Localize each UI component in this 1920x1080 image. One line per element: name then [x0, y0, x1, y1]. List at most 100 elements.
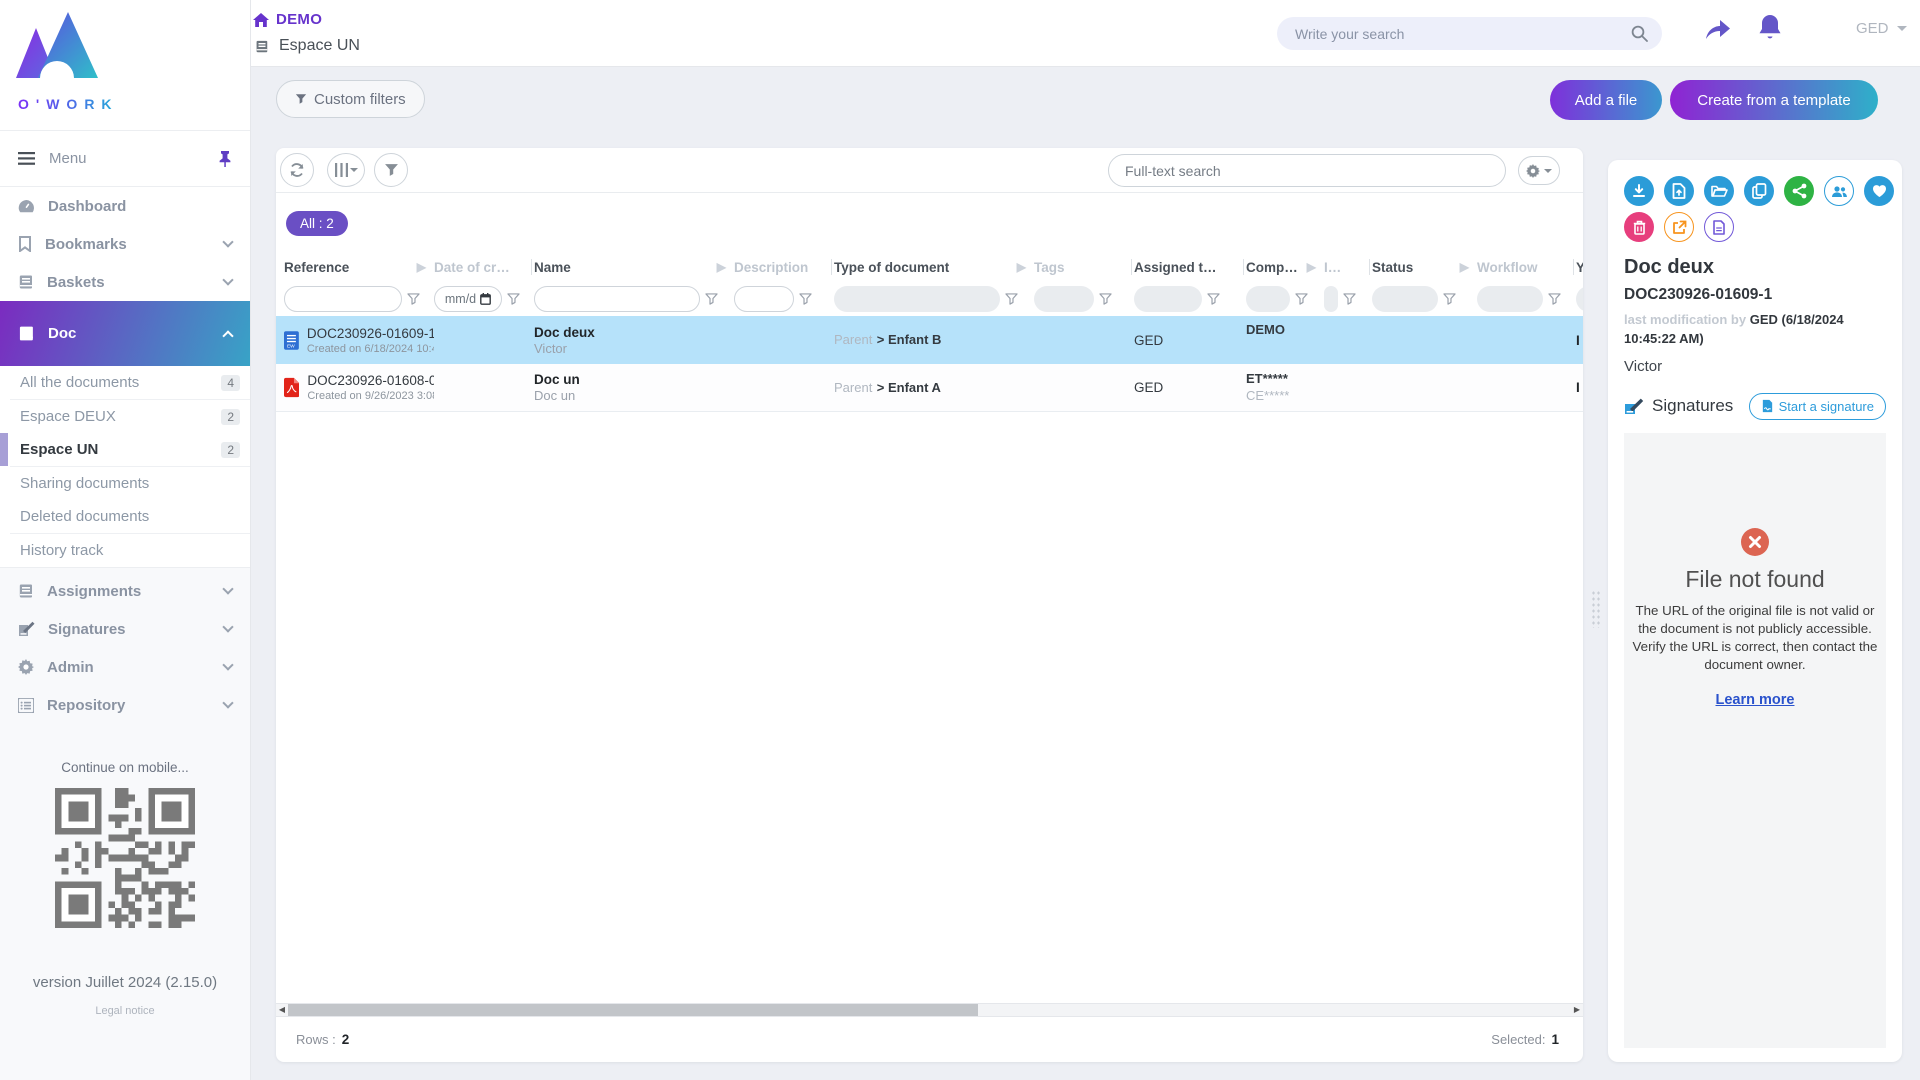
filters-button[interactable]: [374, 153, 408, 187]
sidebar-menu-toggle[interactable]: Menu: [0, 131, 250, 187]
horizontal-scrollbar[interactable]: ◀ ▶: [276, 1003, 1583, 1017]
filter-funnel-icon[interactable]: [407, 293, 420, 305]
breadcrumb-space[interactable]: Espace UN: [255, 37, 360, 55]
column-header-i[interactable]: I…: [1324, 252, 1372, 282]
submenu-item-espace-un[interactable]: Espace UN 2: [0, 433, 250, 466]
top-bar: DEMO Espace UN GED: [251, 0, 1920, 67]
filter-funnel-icon[interactable]: [1207, 293, 1220, 305]
column-header-y[interactable]: Y: [1576, 252, 1583, 282]
search-icon[interactable]: [1631, 25, 1648, 42]
filter-status-input[interactable]: [1372, 286, 1438, 312]
row-reference: DOC230926-01609-1: [307, 326, 434, 341]
table-settings-button[interactable]: [1518, 156, 1560, 185]
learn-more-link[interactable]: Learn more: [1716, 692, 1795, 708]
submenu-item-deleted-documents[interactable]: Deleted documents: [0, 500, 250, 533]
notifications-button[interactable]: [1757, 13, 1783, 46]
filter-status: [1372, 286, 1477, 312]
sort-arrow-icon: ▶: [1307, 260, 1316, 274]
custom-filters-button[interactable]: Custom filters: [276, 80, 425, 118]
legal-notice-link[interactable]: Legal notice: [0, 1005, 250, 1017]
filter-description-input[interactable]: [734, 286, 794, 312]
app-logo[interactable]: O'WORK: [0, 0, 250, 131]
scroll-left-arrow[interactable]: ◀: [276, 1004, 288, 1016]
start-signature-button[interactable]: Start a signature: [1749, 393, 1886, 420]
row-name: Doc un: [534, 372, 734, 387]
row-type: Parent > Enfant B: [834, 331, 1034, 349]
filter-funnel-icon[interactable]: [1099, 293, 1112, 305]
favorite-button[interactable]: [1864, 176, 1894, 206]
submenu-item-espace-deux[interactable]: Espace DEUX 2: [0, 400, 250, 433]
scrollbar-thumb[interactable]: [288, 1004, 978, 1016]
filter-funnel-icon[interactable]: [1295, 293, 1308, 305]
sidebar-item-repository[interactable]: Repository: [0, 686, 250, 724]
submenu-item-sharing-documents[interactable]: Sharing documents: [0, 467, 250, 500]
create-from-template-button[interactable]: Create from a template: [1670, 80, 1878, 120]
filter-assigned-input[interactable]: [1134, 286, 1202, 312]
manage-users-button[interactable]: [1824, 176, 1854, 206]
column-header-name[interactable]: Name▶: [534, 252, 734, 282]
filter-i-input[interactable]: [1324, 286, 1338, 312]
filter-funnel-icon[interactable]: [1005, 293, 1018, 305]
row-assigned: GED: [1134, 333, 1246, 348]
submenu-label: History track: [20, 542, 103, 559]
column-header-company[interactable]: Comp…▶: [1246, 252, 1324, 282]
download-button[interactable]: [1624, 176, 1654, 206]
column-header-status[interactable]: Status▶: [1372, 252, 1477, 282]
filter-reference-input[interactable]: [284, 286, 402, 312]
sidebar-item-baskets[interactable]: Baskets: [0, 263, 250, 301]
filter-y-input[interactable]: [1576, 286, 1583, 312]
column-header-assigned[interactable]: Assigned t…: [1134, 252, 1246, 282]
filter-funnel-icon[interactable]: [1548, 293, 1561, 305]
column-header-workflow[interactable]: Workflow: [1477, 252, 1576, 282]
share-document-button[interactable]: [1784, 176, 1814, 206]
pin-icon[interactable]: [218, 151, 232, 167]
sidebar-item-assignments[interactable]: Assignments: [0, 572, 250, 610]
document-actions-row: [1624, 176, 1886, 206]
filter-date-input[interactable]: mm/d: [434, 286, 502, 312]
sidebar-item-signatures[interactable]: Signatures: [0, 610, 250, 648]
filter-workflow-input[interactable]: [1477, 286, 1543, 312]
refresh-button[interactable]: [280, 153, 314, 187]
global-search-input[interactable]: [1295, 26, 1631, 42]
submenu-item-all-documents[interactable]: All the documents 4: [0, 366, 250, 399]
filter-funnel-icon[interactable]: [1343, 293, 1356, 305]
filter-name-input[interactable]: [534, 286, 700, 312]
upload-version-button[interactable]: [1664, 176, 1694, 206]
filter-company-input[interactable]: [1246, 286, 1290, 312]
sidebar-item-doc[interactable]: Doc: [0, 301, 250, 366]
duplicate-button[interactable]: [1744, 176, 1774, 206]
fulltext-search-input[interactable]: [1125, 163, 1489, 179]
filter-tags-input[interactable]: [1034, 286, 1094, 312]
submenu-item-history-track[interactable]: History track: [0, 534, 250, 567]
column-header-date[interactable]: Date of cr…: [434, 252, 534, 282]
share-button[interactable]: [1703, 15, 1733, 46]
open-folder-button[interactable]: [1704, 176, 1734, 206]
filter-funnel-icon[interactable]: [507, 293, 520, 305]
delete-button[interactable]: [1624, 212, 1654, 242]
filter-funnel-icon[interactable]: [705, 293, 718, 305]
filter-type-input[interactable]: [834, 286, 1000, 312]
add-file-button[interactable]: Add a file: [1550, 80, 1662, 120]
columns-icon: [335, 163, 348, 177]
panel-resize-handle[interactable]: [1591, 590, 1601, 628]
sidebar-item-admin[interactable]: Admin: [0, 648, 250, 686]
sidebar-item-dashboard[interactable]: Dashboard: [0, 187, 250, 225]
filter-funnel-icon[interactable]: [799, 293, 812, 305]
breadcrumb-home[interactable]: DEMO: [253, 11, 322, 28]
column-header-tags[interactable]: Tags: [1034, 252, 1134, 282]
table-row[interactable]: EW DOC230926-01609-1 Created on 6/18/202…: [276, 316, 1583, 364]
sidebar-item-bookmarks[interactable]: Bookmarks: [0, 225, 250, 263]
sidebar: O'WORK Menu Dashboard Bookmarks: [0, 0, 251, 1080]
user-menu[interactable]: GED: [1856, 20, 1907, 37]
columns-button[interactable]: [327, 153, 365, 187]
scroll-right-arrow[interactable]: ▶: [1571, 1004, 1583, 1016]
table-row[interactable]: DOC230926-01608-0 Created on 9/26/2023 3…: [276, 364, 1583, 412]
document-properties-button[interactable]: [1704, 212, 1734, 242]
column-header-type[interactable]: Type of document▶: [834, 252, 1034, 282]
filter-funnel-icon[interactable]: [1443, 293, 1456, 305]
file-upload-icon: [1672, 183, 1686, 199]
column-header-description[interactable]: Description: [734, 252, 834, 282]
open-external-button[interactable]: [1664, 212, 1694, 242]
column-header-reference[interactable]: Reference▶: [284, 252, 434, 282]
tab-all-documents[interactable]: All : 2: [286, 211, 348, 236]
